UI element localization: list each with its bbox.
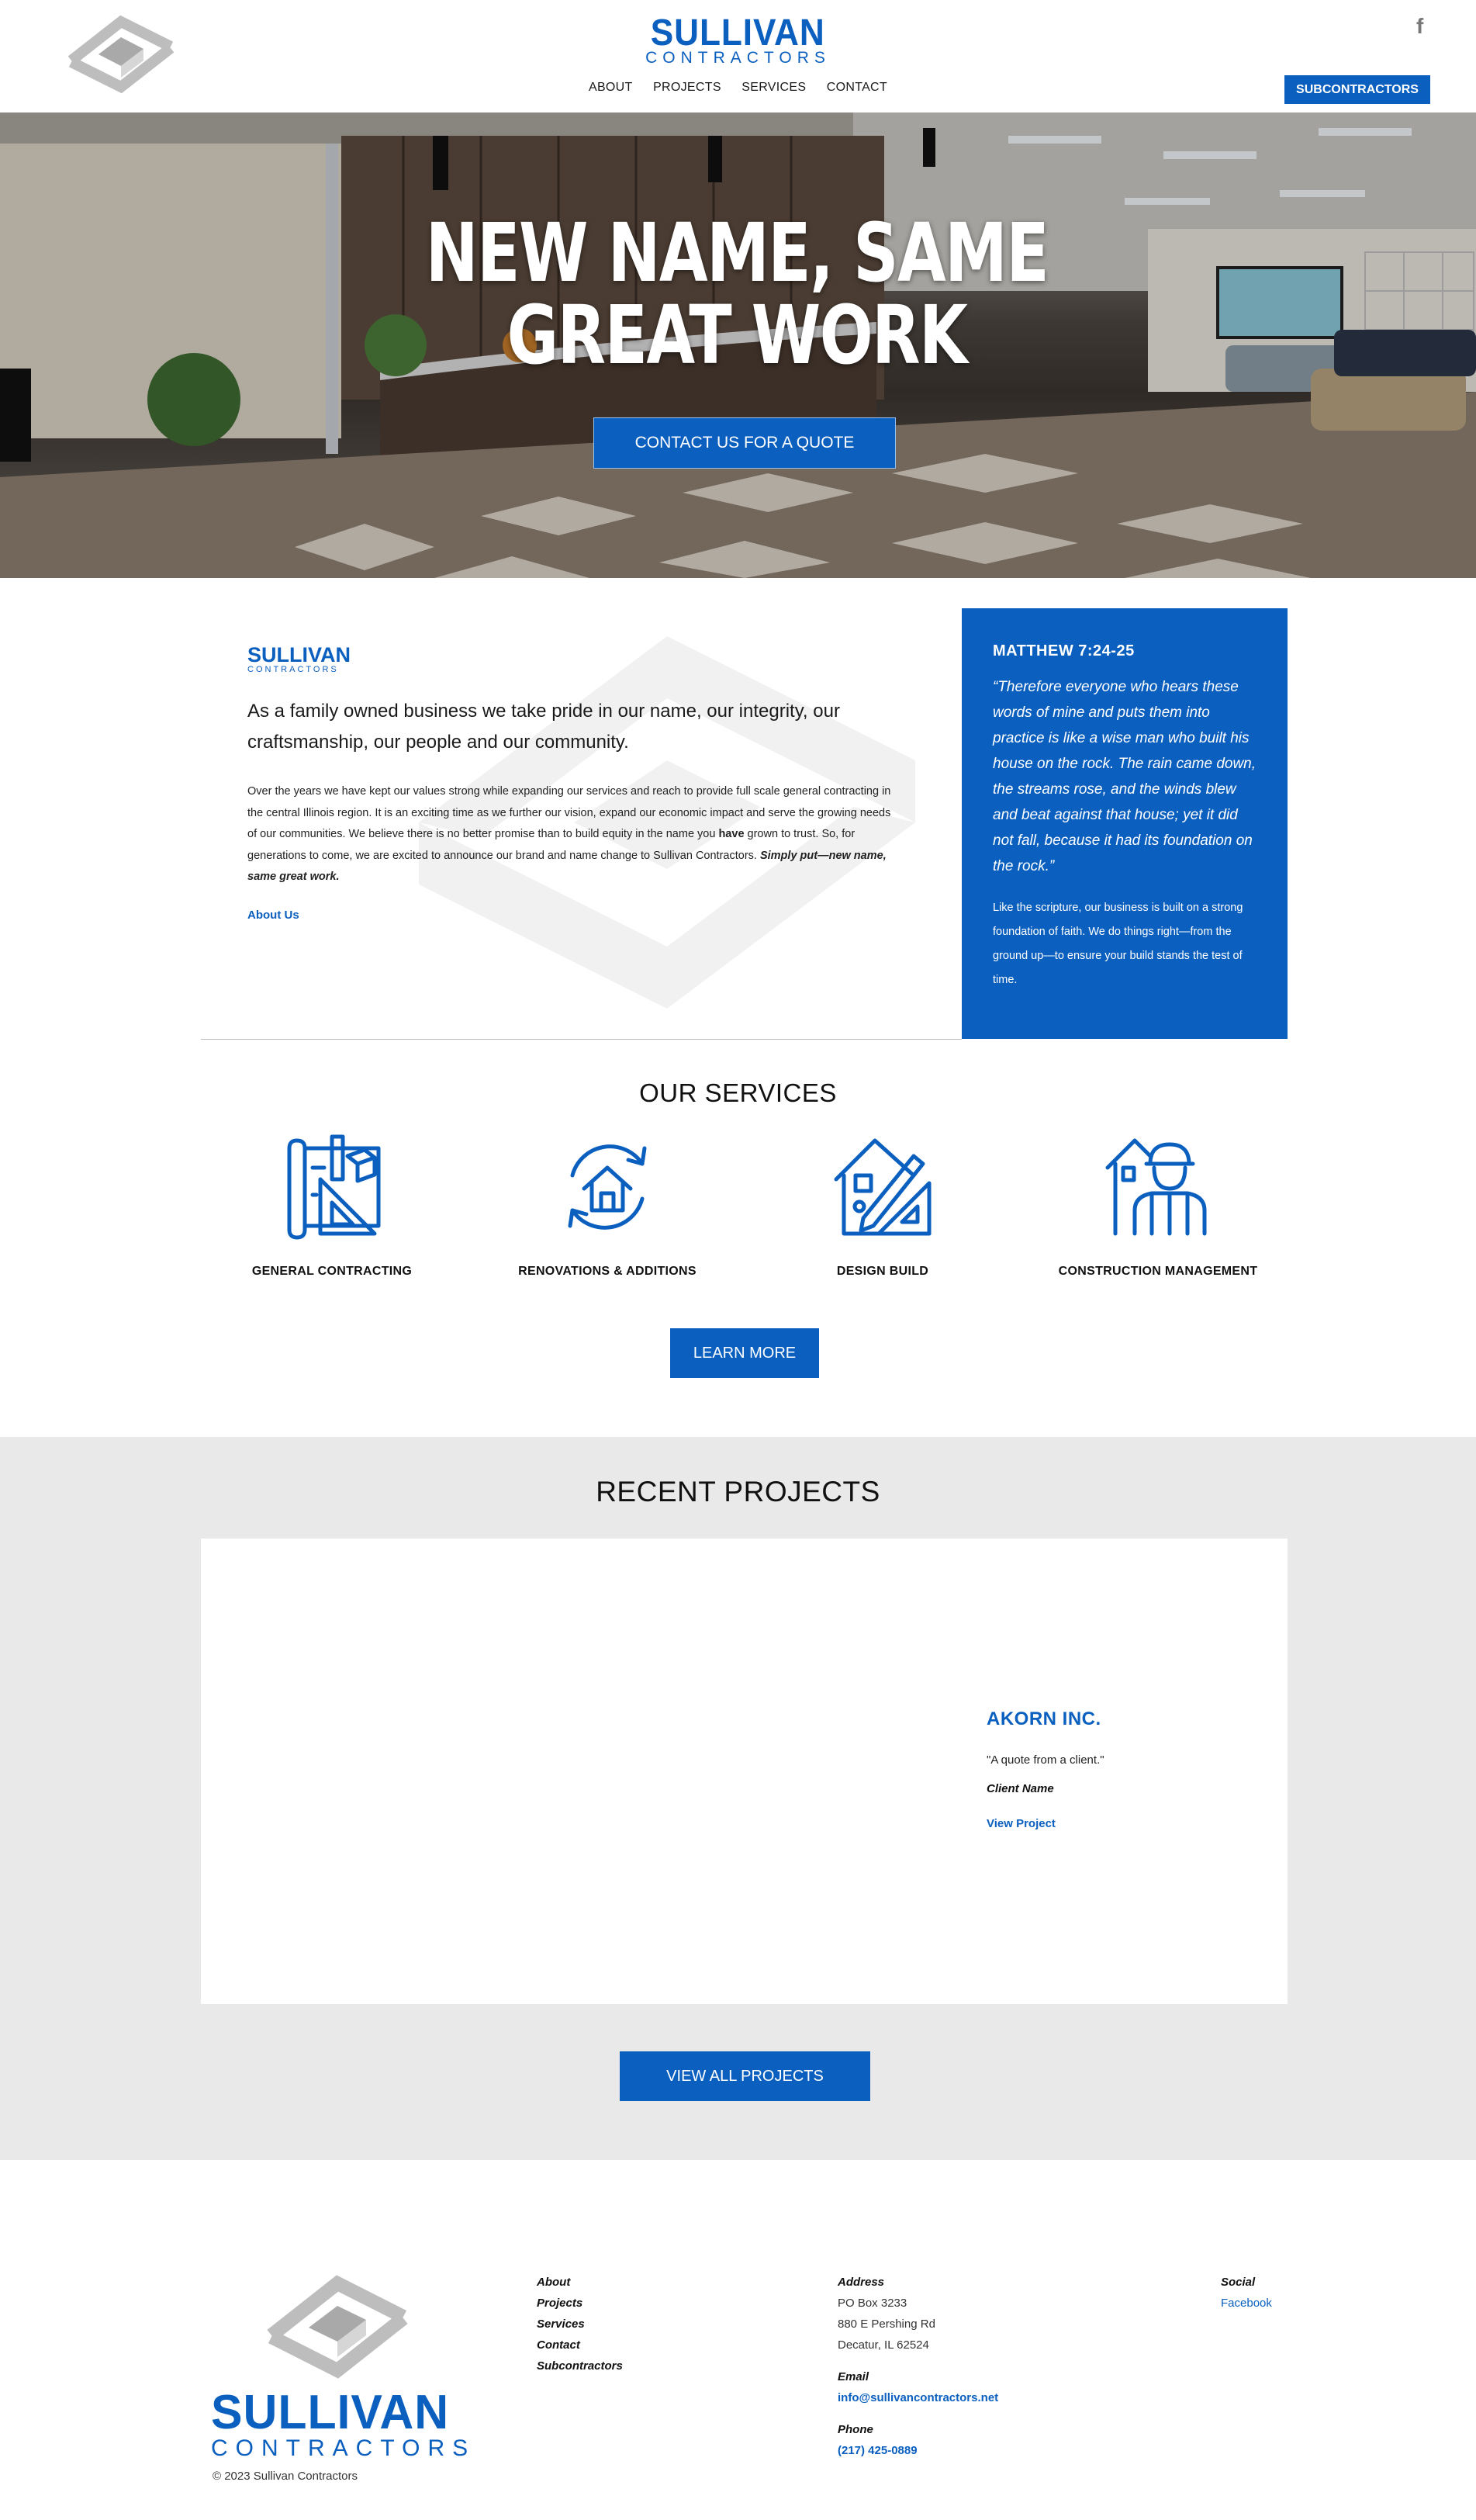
footer-link-services[interactable]: Services xyxy=(537,2314,623,2335)
contact-quote-button[interactable]: CONTACT US FOR A QUOTE xyxy=(593,417,896,469)
project-quote: "A quote from a client." xyxy=(987,1753,1104,1767)
about-lead: As a family owned business we take pride… xyxy=(247,701,840,753)
footer-link-about[interactable]: About xyxy=(537,2272,623,2293)
view-all-projects-button[interactable]: VIEW ALL PROJECTS xyxy=(620,2051,870,2101)
scripture-quote: “Therefore everyone who hears these word… xyxy=(993,679,1257,874)
brand-logo[interactable]: SULLIVAN CONTRACTORS xyxy=(0,14,1476,67)
section-divider xyxy=(201,1039,962,1040)
address-heading: Address xyxy=(838,2276,885,2289)
house-design-icon xyxy=(834,1138,932,1236)
nav-projects[interactable]: PROJECTS xyxy=(653,81,721,95)
scripture-note: Like the scripture, our business is buil… xyxy=(993,902,1243,986)
address-line: PO Box 3233 xyxy=(838,2297,907,2310)
about-body-bold: have xyxy=(718,828,745,840)
nav-contact[interactable]: CONTACT xyxy=(827,81,887,95)
project-card xyxy=(201,1539,1288,2004)
footer-links: About Projects Services Contact Subcontr… xyxy=(537,2272,623,2376)
hero-banner: NEW NAME, SAME GREAT WORK CONTACT US FOR… xyxy=(0,112,1476,578)
scripture-reference: MATTHEW 7:24-25 xyxy=(993,642,1135,659)
hero-title: NEW NAME, SAME GREAT WORK xyxy=(425,206,1049,382)
nav-about[interactable]: ABOUT xyxy=(589,81,633,95)
footer-link-subcontractors[interactable]: Subcontractors xyxy=(537,2356,623,2376)
footer-brand-mark-icon xyxy=(267,2275,408,2379)
service-construction-management[interactable]: CONSTRUCTION MANAGEMENT xyxy=(1026,1133,1290,1279)
service-label: CONSTRUCTION MANAGEMENT xyxy=(1058,1265,1258,1278)
service-renovations[interactable]: RENOVATIONS & ADDITIONS xyxy=(475,1133,739,1279)
social-heading: Social xyxy=(1221,2276,1256,2289)
phone-link[interactable]: (217) 425-0889 xyxy=(838,2440,998,2461)
brand-name: SULLIVAN xyxy=(651,12,825,54)
site-header: SULLIVAN CONTRACTORS ABOUT PROJECTS SERV… xyxy=(0,0,1476,112)
about-logo-subtitle: CONTRACTORS xyxy=(247,665,339,674)
about-logo-name: SULLIVAN xyxy=(247,643,351,666)
house-refresh-icon xyxy=(568,1144,647,1230)
service-label: GENERAL CONTRACTING xyxy=(251,1265,413,1278)
footer-contact: Address PO Box 3233 880 E Pershing Rd De… xyxy=(838,2272,998,2461)
footer-brand-name: SULLIVAN xyxy=(211,2386,450,2439)
service-general-contracting[interactable]: GENERAL CONTRACTING xyxy=(200,1133,464,1279)
about-us-link[interactable]: About Us xyxy=(247,909,299,922)
footer-brand[interactable]: SULLIVAN CONTRACTORS xyxy=(211,2386,476,2461)
scripture-panel: MATTHEW 7:24-25 “Therefore everyone who … xyxy=(962,608,1288,1039)
phone-heading: Phone xyxy=(838,2423,873,2436)
services-title: OUR SERVICES xyxy=(639,1078,837,1107)
service-label: RENOVATIONS & ADDITIONS xyxy=(518,1265,697,1278)
copyright: © 2023 Sullivan Contractors xyxy=(213,2470,358,2483)
main-nav: ABOUT PROJECTS SERVICES CONTACT xyxy=(0,81,1476,95)
facebook-link[interactable]: Facebook xyxy=(1221,2293,1272,2314)
service-label: DESIGN BUILD xyxy=(836,1265,929,1278)
service-design-build[interactable]: DESIGN BUILD xyxy=(751,1133,1015,1279)
projects-title: RECENT PROJECTS xyxy=(596,1476,880,1508)
blueprint-icon xyxy=(287,1134,381,1240)
worker-icon xyxy=(1105,1138,1207,1236)
address-line: 880 E Pershing Rd xyxy=(838,2318,935,2331)
email-heading: Email xyxy=(838,2370,869,2383)
about-body: Over the years we have kept our values s… xyxy=(247,781,899,888)
address-line: Decatur, IL 62524 xyxy=(838,2338,929,2352)
footer-brand-subtitle: CONTRACTORS xyxy=(211,2435,476,2461)
view-project-link[interactable]: View Project xyxy=(987,1817,1056,1830)
project-client: Client Name xyxy=(987,1782,1054,1795)
about-logo: SULLIVAN CONTRACTORS xyxy=(247,644,351,674)
footer-link-projects[interactable]: Projects xyxy=(537,2293,623,2314)
email-link[interactable]: info@sullivancontractors.net xyxy=(838,2387,998,2408)
project-name: AKORN INC. xyxy=(987,1708,1101,1729)
footer-social: Social Facebook xyxy=(1221,2272,1272,2314)
facebook-icon[interactable]: f xyxy=(1416,14,1432,38)
nav-services[interactable]: SERVICES xyxy=(741,81,806,95)
footer-link-contact[interactable]: Contact xyxy=(537,2335,623,2356)
subcontractors-button[interactable]: SUBCONTRACTORS xyxy=(1284,75,1430,104)
learn-more-button[interactable]: LEARN MORE xyxy=(670,1328,819,1378)
